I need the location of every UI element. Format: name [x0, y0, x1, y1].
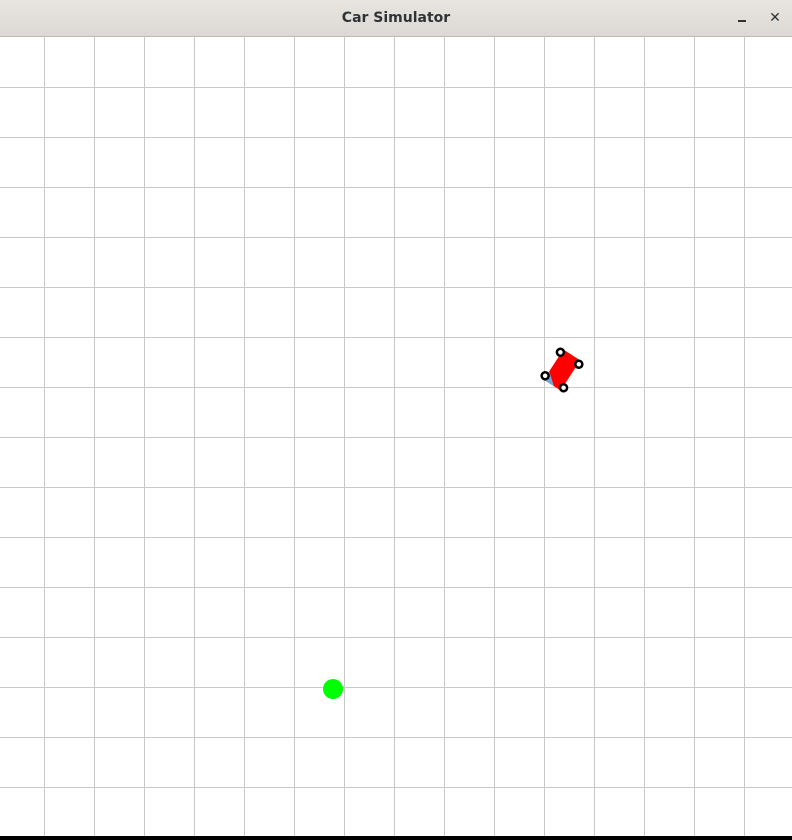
minimize-icon: [738, 20, 746, 22]
close-icon: ✕: [769, 10, 781, 26]
close-button[interactable]: ✕: [763, 6, 787, 30]
window-title: Car Simulator: [341, 10, 451, 26]
target-point: [323, 679, 343, 699]
canvas-background: [0, 37, 792, 836]
app-window: Car Simulator ✕: [0, 0, 792, 836]
bottom-border: [0, 836, 792, 840]
simulation-canvas[interactable]: [0, 37, 792, 836]
title-bar[interactable]: Car Simulator ✕: [0, 0, 792, 37]
minimize-button[interactable]: [730, 6, 754, 30]
